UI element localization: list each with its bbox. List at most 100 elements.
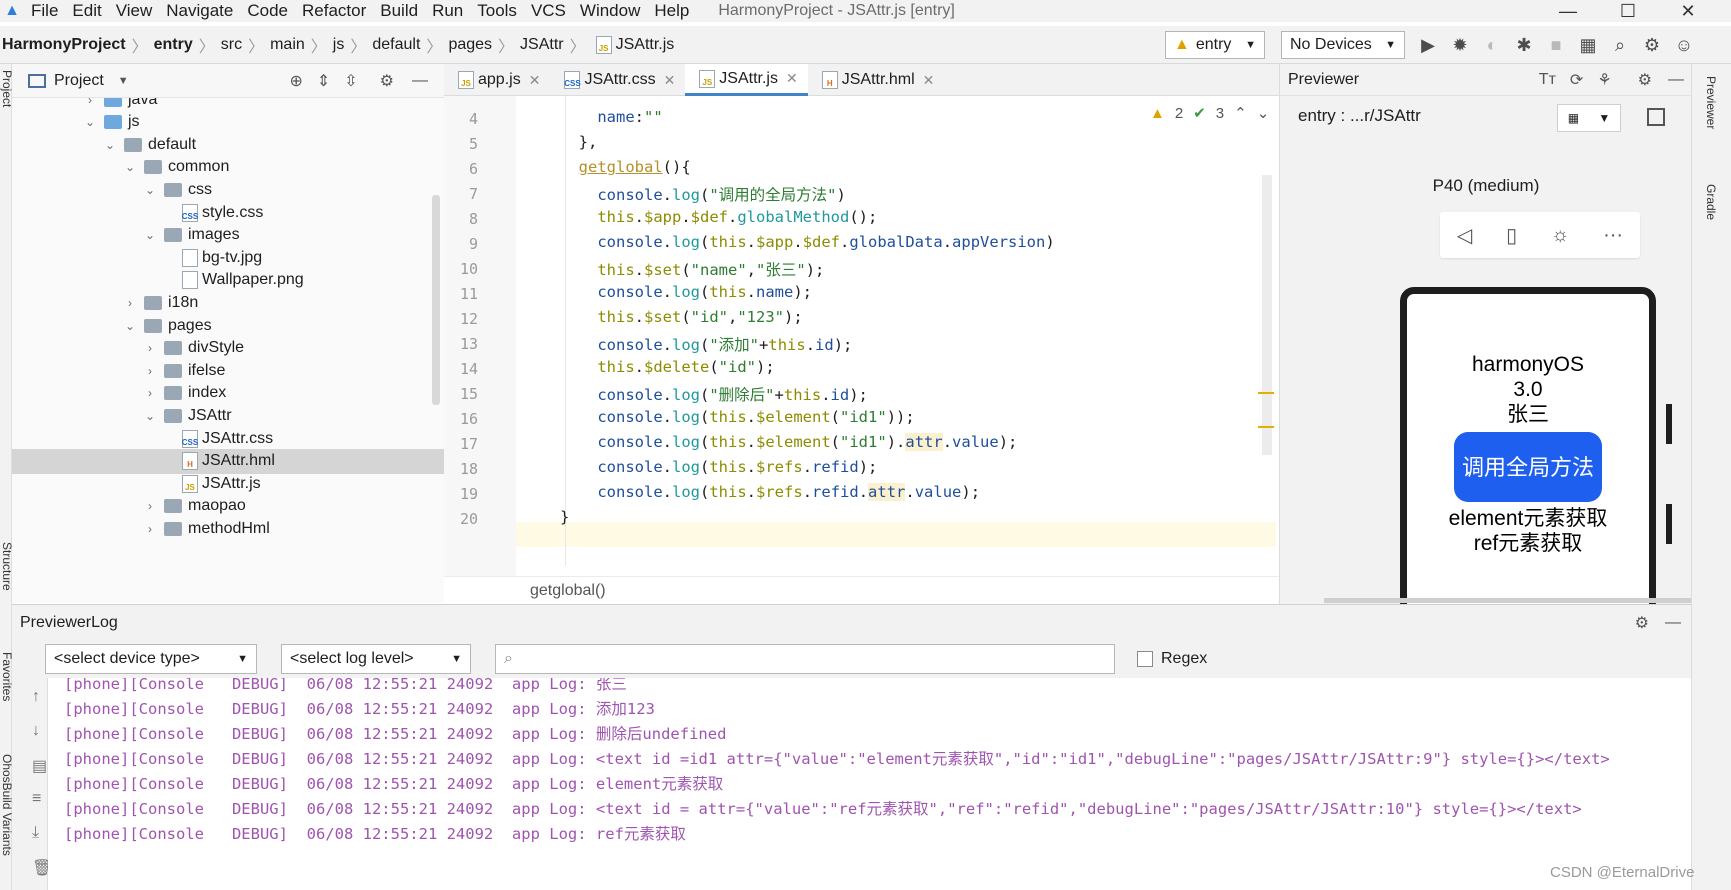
breadcrumb-item[interactable]: pages xyxy=(448,36,492,54)
previewer-scrollbar[interactable] xyxy=(1324,598,1692,603)
log-search-field[interactable]: ⌕ xyxy=(495,644,1115,674)
breadcrumb-item[interactable]: HarmonyProject xyxy=(2,36,126,54)
breadcrumb-item[interactable]: main xyxy=(270,36,305,54)
call-global-method-button[interactable]: 调用全局方法 xyxy=(1454,432,1602,502)
editor-scrollbar[interactable] xyxy=(1262,175,1272,455)
hide-panel-icon[interactable]: — xyxy=(1665,614,1681,632)
chevron-right-icon[interactable]: › xyxy=(142,341,158,355)
breadcrumb-item[interactable]: JSAttr xyxy=(520,36,564,54)
chevron-down-icon[interactable]: ⌄ xyxy=(102,138,118,152)
project-structure-icon[interactable]: ▦ xyxy=(1574,31,1602,59)
back-icon[interactable]: ◁ xyxy=(1457,223,1472,248)
tree-item[interactable]: › index xyxy=(12,381,444,406)
tree-item[interactable]: › ifelse xyxy=(12,358,444,383)
previewer-tool-tab[interactable]: Previewer xyxy=(1704,76,1718,129)
expand-all-icon[interactable]: ⇕ xyxy=(317,71,330,91)
hide-panel-icon[interactable]: — xyxy=(412,72,428,90)
attach-icon[interactable]: ◐ xyxy=(1478,31,1506,59)
chevron-right-icon[interactable]: › xyxy=(122,296,138,310)
fullscreen-icon[interactable] xyxy=(1647,108,1665,126)
maximize-button[interactable]: ☐ xyxy=(1600,0,1656,22)
device-type-select[interactable]: <select device type> ▼ xyxy=(45,644,257,674)
tree-item[interactable]: ⌄ JSAttr xyxy=(12,403,444,428)
more-icon[interactable]: ··· xyxy=(1603,224,1623,247)
tree-item[interactable]: ⌄ js xyxy=(12,110,444,135)
close-tab-icon[interactable]: ✕ xyxy=(923,72,935,89)
tree-item[interactable]: ⌄ pages xyxy=(12,313,444,338)
menu-item-navigate[interactable]: Navigate xyxy=(159,1,240,21)
chevron-right-icon[interactable]: › xyxy=(142,522,158,536)
soft-wrap-icon[interactable]: ▤ xyxy=(32,756,47,776)
brightness-icon[interactable]: ☼ xyxy=(1551,224,1569,247)
account-icon[interactable]: ☺ xyxy=(1670,31,1698,59)
tree-item[interactable]: › maopao xyxy=(12,494,444,519)
debug-icon[interactable]: ✹ xyxy=(1446,31,1474,59)
menu-item-code[interactable]: Code xyxy=(240,1,295,21)
chevron-down-icon[interactable]: ⌄ xyxy=(122,160,138,174)
inspection-widget[interactable]: ▲ 2 ✔ 3 ⌃ ⌄ xyxy=(1150,104,1270,123)
tree-item[interactable]: ⌄ images xyxy=(12,223,444,248)
log-search-input[interactable] xyxy=(518,650,1079,668)
module-select[interactable]: ▲ entry ▼ xyxy=(1165,31,1265,59)
breadcrumb-item[interactable]: default xyxy=(372,36,420,54)
editor-tab[interactable]: CSS JSAttr.css ✕ xyxy=(550,64,685,96)
arrow-down-icon[interactable]: ↓ xyxy=(32,722,40,740)
text-format-icon[interactable]: Tт xyxy=(1539,71,1556,89)
tree-item[interactable]: › divStyle xyxy=(12,336,444,361)
gear-icon[interactable]: ⚙ xyxy=(380,71,394,91)
tree-scrollbar[interactable] xyxy=(432,195,440,405)
tree-item[interactable]: JS JSAttr.js xyxy=(12,471,444,496)
gradle-tool-tab[interactable]: Gradle xyxy=(1704,184,1718,220)
regex-checkbox[interactable] xyxy=(1137,651,1153,667)
breadcrumb-item[interactable]: src xyxy=(221,36,242,54)
locate-icon[interactable]: ⊕ xyxy=(289,71,302,91)
rotate-icon[interactable]: ▯ xyxy=(1506,223,1517,248)
menu-item-view[interactable]: View xyxy=(109,1,160,21)
scroll-to-end-icon[interactable]: ⤓ xyxy=(32,824,39,842)
profile-icon[interactable]: ✱ xyxy=(1510,31,1538,59)
gear-icon[interactable]: ⚙ xyxy=(1635,613,1649,633)
chevron-right-icon[interactable]: › xyxy=(142,499,158,513)
chevron-down-icon[interactable]: ▼ xyxy=(118,75,129,87)
chevron-down-icon[interactable]: ⌄ xyxy=(122,319,138,333)
collapse-all-icon[interactable]: ⇳ xyxy=(344,71,357,91)
chevron-down-icon[interactable]: ⌄ xyxy=(142,228,158,242)
log-level-select[interactable]: <select log level> ▼ xyxy=(281,644,471,674)
tree-item[interactable]: › methodHml xyxy=(12,516,444,541)
close-tab-icon[interactable]: ✕ xyxy=(529,72,541,89)
stop-icon[interactable]: ■ xyxy=(1542,31,1570,59)
tree-item[interactable]: ⌄ default xyxy=(12,132,444,157)
menu-item-window[interactable]: Window xyxy=(573,1,647,21)
editor-tab[interactable]: H JSAttr.hml ✕ xyxy=(808,64,945,96)
preview-mode-select[interactable]: ▦ ▼ xyxy=(1557,104,1621,132)
tree-item[interactable]: ⌄ common xyxy=(12,155,444,180)
tree-item[interactable]: CSS style.css xyxy=(12,200,444,225)
chevron-right-icon[interactable]: › xyxy=(82,98,98,107)
settings-icon[interactable]: ⚙ xyxy=(1638,31,1666,59)
chevron-down-icon[interactable]: ⌄ xyxy=(142,183,158,197)
code-breadcrumb-item[interactable]: getglobal() xyxy=(530,582,606,600)
chevron-right-icon[interactable]: › xyxy=(142,386,158,400)
close-tab-icon[interactable]: ✕ xyxy=(664,72,676,89)
editor-tab[interactable]: JS app.js ✕ xyxy=(444,64,550,96)
chevron-up-icon[interactable]: ⌃ xyxy=(1234,104,1247,122)
tree-item[interactable]: bg-tv.jpg xyxy=(12,245,444,270)
tree-item[interactable]: › i18n xyxy=(12,290,444,315)
menu-item-build[interactable]: Build xyxy=(373,1,425,21)
tree-item[interactable]: H JSAttr.hml xyxy=(12,448,444,474)
log-output[interactable]: [phone][Console DEBUG] 06/08 12:55:21 24… xyxy=(48,678,1691,890)
project-panel-title[interactable]: Project xyxy=(54,72,104,90)
chevron-down-icon[interactable]: ⌄ xyxy=(1257,104,1270,122)
minimize-button[interactable]: — xyxy=(1540,0,1596,22)
menu-item-tools[interactable]: Tools xyxy=(470,1,524,21)
menu-item-help[interactable]: Help xyxy=(647,1,696,21)
close-window-button[interactable]: ✕ xyxy=(1660,0,1716,22)
run-icon[interactable]: ▶ xyxy=(1414,31,1442,59)
gear-icon[interactable]: ⚙ xyxy=(1638,70,1652,90)
arrow-up-icon[interactable]: ↑ xyxy=(32,688,40,706)
tree-item[interactable]: CSS JSAttr.css xyxy=(12,426,444,451)
menu-item-refactor[interactable]: Refactor xyxy=(295,1,373,21)
breadcrumb-item[interactable]: js xyxy=(333,36,345,54)
breadcrumb-item[interactable]: entry xyxy=(154,36,193,54)
editor-tab[interactable]: JS JSAttr.js ✕ xyxy=(685,64,808,96)
